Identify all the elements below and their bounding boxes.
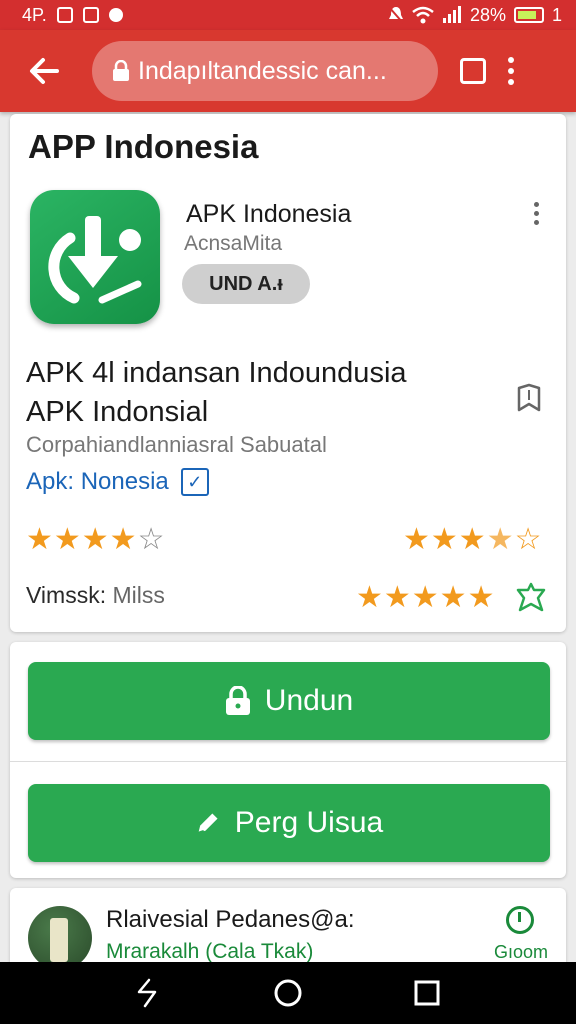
download-logo-icon	[48, 216, 142, 304]
review-time: Gıoom	[494, 942, 549, 962]
secondary-action-button[interactable]: Perg Uisua	[28, 784, 550, 862]
app-meta: Vimssk: Milss	[26, 582, 165, 609]
page-title: APP Indonesia	[28, 128, 259, 165]
overflow-menu-button[interactable]	[508, 57, 514, 85]
recents-square-icon	[414, 980, 440, 1006]
rating-stars-full: ★★★★★	[356, 581, 496, 614]
signal-icon	[442, 6, 461, 23]
app-subline: Corpahiandlanniasral Sabuatal	[26, 432, 327, 457]
divider	[10, 761, 566, 762]
status-time: 4P.	[22, 4, 47, 25]
clock-icon	[506, 906, 534, 934]
app-name: APK Indonesia	[186, 200, 352, 228]
nav-back-button[interactable]	[129, 973, 169, 1013]
system-nav-bar	[0, 962, 576, 1024]
home-circle-icon	[274, 979, 302, 1007]
lock-icon	[225, 686, 250, 715]
sim-indicator: 1	[551, 4, 562, 25]
app-developer[interactable]: AcnsaMita	[184, 232, 282, 256]
mute-icon	[388, 6, 404, 24]
app-info-card: APP Indonesia APK Indonesia AcnsaMita UN…	[10, 114, 566, 632]
actions-card: Undun Perg Uisua	[10, 642, 566, 878]
lock-icon	[113, 60, 129, 81]
secondary-action-label: Perg Uisua	[234, 806, 384, 839]
app-link-text: Apk: Nonesia	[26, 468, 169, 495]
wifi-icon	[412, 6, 434, 24]
battery-icon	[513, 7, 544, 23]
notification-image-icon	[56, 7, 73, 23]
meta-value: Milss	[112, 582, 165, 608]
review-author: Rlaivesial Pedanes@a:	[106, 906, 355, 933]
nav-home-button[interactable]	[268, 973, 308, 1013]
avatar	[28, 906, 92, 970]
tabs-button[interactable]	[460, 58, 486, 84]
app-chip[interactable]: UND A.ᵻ	[182, 264, 310, 304]
share-icon[interactable]	[514, 580, 548, 614]
headline-line-2: APK Indonsial	[26, 396, 209, 428]
battery-percent: 28%	[469, 4, 506, 25]
meta-label: Vimssk:	[26, 582, 107, 608]
notification-compass-icon	[108, 8, 123, 22]
review-subtitle: Mrarakalh (Cala Tkak)	[106, 940, 314, 963]
app-headline: APK 4l indansan Indoundusia APK Indonsia…	[26, 354, 407, 432]
download-button[interactable]: Undun	[28, 662, 550, 740]
browser-toolbar: Indapıltandessic can...	[0, 30, 576, 112]
url-bar[interactable]: Indapıltandessic can...	[92, 41, 438, 101]
pencil-icon	[197, 813, 218, 834]
checkbox-icon[interactable]: ✓	[180, 468, 209, 496]
nav-recents-button[interactable]	[407, 973, 447, 1013]
app-icon[interactable]	[30, 190, 160, 324]
back-button[interactable]	[14, 41, 74, 101]
notification-clipboard-icon	[82, 7, 99, 23]
arrow-left-icon	[30, 58, 59, 84]
rating-stars-right: ★★★★☆	[403, 523, 543, 556]
rating-stars-left: ★★★★☆	[26, 523, 166, 556]
status-bar: 4P. 28% 1	[0, 0, 576, 30]
back-gesture-icon	[138, 978, 157, 1008]
download-button-label: Undun	[264, 684, 354, 717]
url-text: Indapıltandessic can...	[138, 56, 387, 85]
app-link[interactable]: Apk: Nonesia ✓	[26, 468, 209, 496]
bookmark-icon[interactable]	[514, 382, 544, 414]
headline-line-1: APK 4l indansan Indoundusia	[26, 357, 407, 389]
app-more-button[interactable]	[534, 202, 539, 225]
